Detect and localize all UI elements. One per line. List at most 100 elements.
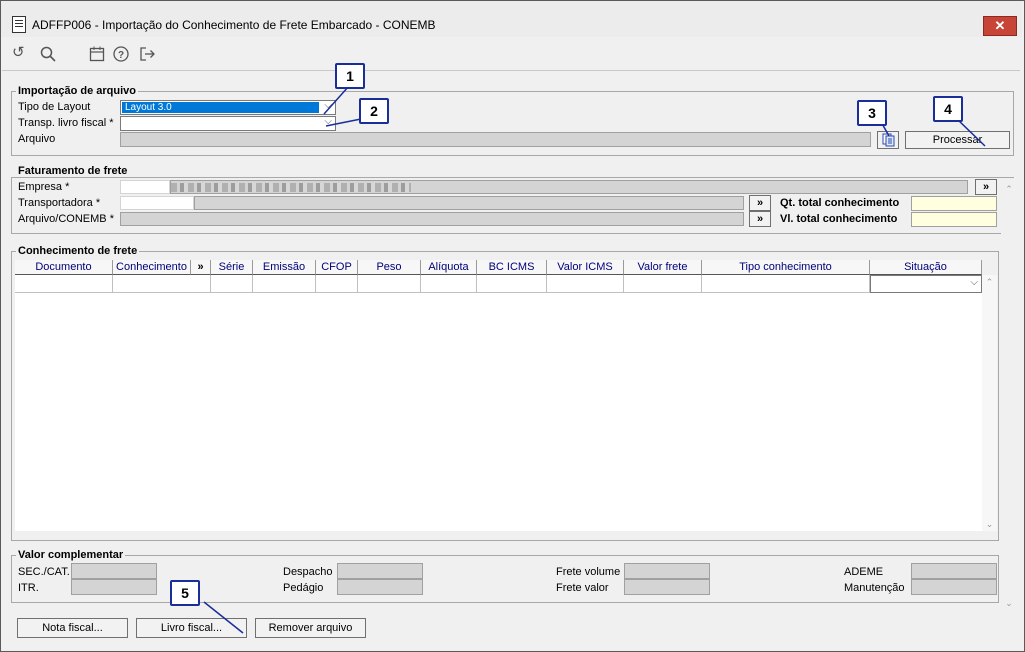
qt-total-field bbox=[911, 196, 997, 211]
arquivo-conemb-field bbox=[120, 212, 744, 226]
scroll-down-icon[interactable]: ⌄ bbox=[982, 517, 997, 531]
col-conhecimento[interactable]: Conhecimento bbox=[113, 260, 191, 275]
tipo-layout-value: Layout 3.0 bbox=[122, 102, 319, 113]
frete-valor-field bbox=[624, 579, 710, 595]
callout-5: 5 bbox=[170, 580, 200, 606]
nota-fiscal-button[interactable]: Nota fiscal... bbox=[17, 618, 128, 638]
sec-cat-label: SEC./CAT. bbox=[18, 566, 70, 578]
col-valor-icms[interactable]: Valor ICMS bbox=[547, 260, 624, 275]
itr-field bbox=[71, 579, 157, 595]
empresa-code-field[interactable] bbox=[120, 180, 170, 194]
transportadora-code-field[interactable] bbox=[120, 196, 194, 210]
cell-emissao[interactable] bbox=[253, 275, 316, 293]
ademe-label: ADEME bbox=[844, 566, 884, 578]
ademe-field bbox=[911, 563, 997, 579]
grid-row: ⌵ bbox=[15, 275, 982, 293]
pedagio-label: Pedágio bbox=[283, 582, 324, 594]
tipo-layout-select[interactable]: Layout 3.0 ⌵ bbox=[120, 100, 336, 115]
tipo-layout-label: Tipo de Layout bbox=[18, 101, 91, 113]
help-icon[interactable]: ? bbox=[113, 46, 129, 62]
cell-bc-icms[interactable] bbox=[477, 275, 547, 293]
col-cfop[interactable]: CFOP bbox=[316, 260, 358, 275]
vl-total-field bbox=[911, 212, 997, 227]
cell-tipo-conhecimento[interactable] bbox=[702, 275, 870, 293]
toolbar-separator bbox=[2, 70, 1020, 71]
col-aliquota[interactable]: Alíquota bbox=[421, 260, 477, 275]
faturamento-title: Faturamento de frete bbox=[16, 165, 130, 177]
empresa-name-redacted bbox=[171, 183, 411, 192]
scroll-up-icon[interactable]: ⌃ bbox=[1001, 182, 1017, 196]
cell-aliquota[interactable] bbox=[421, 275, 477, 293]
conhecimento-title: Conhecimento de frete bbox=[16, 245, 140, 257]
chevron-down-icon: ⌵ bbox=[970, 277, 978, 288]
arquivo-field bbox=[120, 132, 871, 147]
col-peso[interactable]: Peso bbox=[358, 260, 421, 275]
transp-livro-select[interactable]: ⌵ bbox=[120, 116, 336, 131]
cell-conhecimento[interactable] bbox=[113, 275, 211, 293]
importacao-title: Importação de arquivo bbox=[16, 85, 138, 97]
undo-icon[interactable]: ↺ bbox=[12, 45, 25, 61]
manutencao-label: Manutenção bbox=[844, 582, 905, 594]
despacho-field bbox=[337, 563, 423, 579]
sec-cat-field bbox=[71, 563, 157, 579]
cell-cfop[interactable] bbox=[316, 275, 358, 293]
arquivo-label: Arquivo bbox=[18, 133, 56, 145]
form-scrollbar[interactable]: ⌃ ⌄ bbox=[1001, 178, 1017, 610]
svg-text:?: ? bbox=[118, 50, 124, 61]
search-icon[interactable] bbox=[40, 46, 56, 62]
cell-valor-icms[interactable] bbox=[547, 275, 624, 293]
frete-volume-label: Frete volume bbox=[556, 566, 621, 578]
browse-file-button[interactable] bbox=[877, 131, 899, 149]
col-emissao[interactable]: Emissão bbox=[253, 260, 316, 275]
grid-body bbox=[15, 293, 982, 531]
cell-serie[interactable] bbox=[211, 275, 253, 293]
frete-valor-label: Frete valor bbox=[556, 582, 609, 594]
cell-documento[interactable] bbox=[15, 275, 113, 293]
transp-livro-label: Transp. livro fiscal * bbox=[18, 117, 114, 129]
cell-peso[interactable] bbox=[358, 275, 421, 293]
frete-volume-field bbox=[624, 563, 710, 579]
cell-situacao-select[interactable]: ⌵ bbox=[870, 275, 982, 293]
itr-label: ITR. bbox=[18, 582, 39, 594]
col-serie[interactable]: Série bbox=[211, 260, 253, 275]
grid-header-row: Documento Conhecimento » Série Emissão C… bbox=[15, 260, 982, 275]
manutencao-field bbox=[911, 579, 997, 595]
transportadora-more-button[interactable]: » bbox=[749, 195, 771, 211]
empresa-name-field bbox=[170, 180, 968, 194]
pedagio-field bbox=[337, 579, 423, 595]
col-situacao[interactable]: Situação bbox=[870, 260, 982, 275]
livro-fiscal-button[interactable]: Livro fiscal... bbox=[136, 618, 247, 638]
calendar-icon[interactable] bbox=[89, 46, 105, 62]
col-more-button[interactable]: » bbox=[191, 260, 211, 275]
cell-valor-frete[interactable] bbox=[624, 275, 702, 293]
remover-arquivo-button[interactable]: Remover arquivo bbox=[255, 618, 366, 638]
document-icon bbox=[12, 16, 26, 33]
empresa-label: Empresa * bbox=[18, 181, 70, 193]
grid-scrollbar[interactable]: ⌃ ⌄ bbox=[982, 275, 997, 531]
vl-total-label: Vl. total conhecimento bbox=[780, 213, 898, 225]
qt-total-label: Qt. total conhecimento bbox=[780, 197, 900, 209]
transportadora-name-field bbox=[194, 196, 744, 210]
scroll-up-icon[interactable]: ⌃ bbox=[982, 275, 997, 289]
scroll-down-icon[interactable]: ⌄ bbox=[1001, 596, 1017, 610]
callout-1: 1 bbox=[335, 63, 365, 89]
complementar-title: Valor complementar bbox=[16, 549, 126, 561]
transportadora-label: Transportadora * bbox=[18, 197, 101, 209]
file-open-icon bbox=[882, 133, 895, 147]
close-button[interactable]: ✕ bbox=[983, 16, 1017, 36]
processar-button[interactable]: Processar bbox=[905, 131, 1010, 149]
exit-icon[interactable] bbox=[139, 46, 155, 62]
window-title: ADFFP006 - Importação do Conhecimento de… bbox=[32, 18, 436, 32]
col-bc-icms[interactable]: BC ICMS bbox=[477, 260, 547, 275]
callout-4: 4 bbox=[933, 96, 963, 122]
chevron-down-icon: ⌵ bbox=[324, 100, 332, 111]
arquivo-conemb-more-button[interactable]: » bbox=[749, 211, 771, 227]
col-valor-frete[interactable]: Valor frete bbox=[624, 260, 702, 275]
complementar-group bbox=[11, 555, 999, 603]
col-tipo-conhecimento[interactable]: Tipo conhecimento bbox=[702, 260, 870, 275]
chevron-down-icon: ⌵ bbox=[324, 116, 332, 127]
empresa-more-button[interactable]: » bbox=[975, 179, 997, 195]
callout-2: 2 bbox=[359, 98, 389, 124]
col-documento[interactable]: Documento bbox=[15, 260, 113, 275]
callout-3: 3 bbox=[857, 100, 887, 126]
